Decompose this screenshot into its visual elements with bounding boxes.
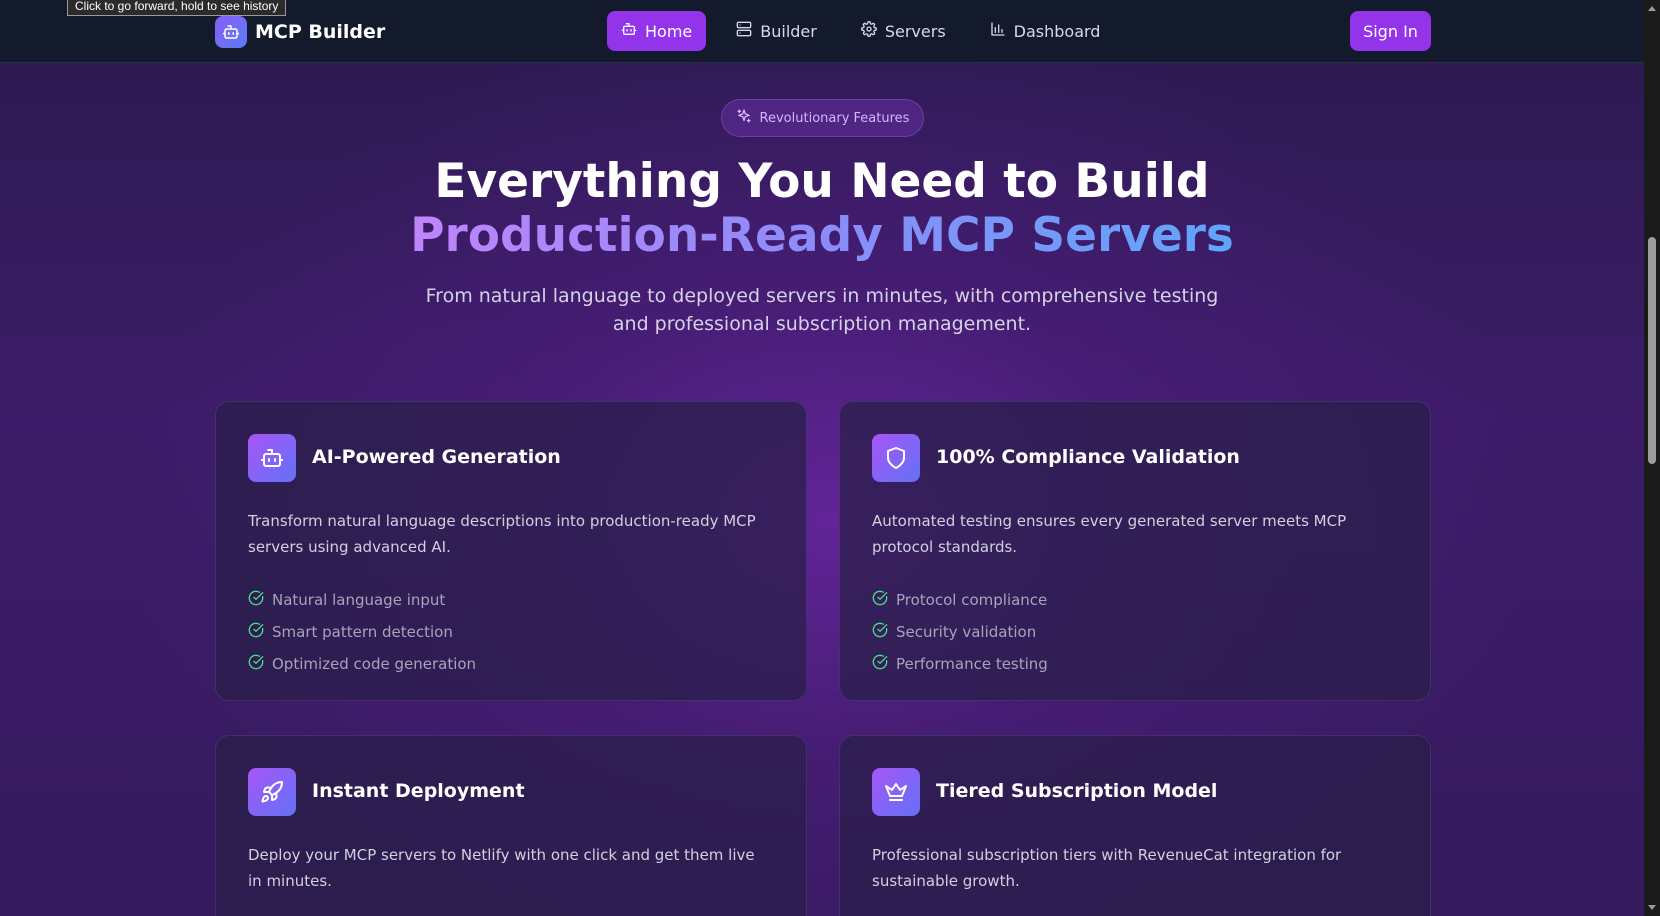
feature-card-deployment: Instant Deployment Deploy your MCP serve… [215, 735, 807, 916]
robot-icon [248, 434, 296, 482]
card-description: Transform natural language descriptions … [248, 512, 756, 556]
crown-icon [872, 768, 920, 816]
nav-item-home[interactable]: Home [607, 11, 707, 51]
badge-label: Revolutionary Features [759, 110, 910, 126]
check-circle-icon [872, 622, 896, 642]
feature-label: Performance testing [896, 655, 1048, 673]
gear-icon [860, 21, 885, 41]
feature-label: Natural language input [272, 591, 446, 609]
sparkles-icon [736, 108, 760, 128]
brand-link[interactable]: MCP Builder [215, 16, 385, 48]
list-item: Security validation [872, 616, 1048, 648]
list-item: Optimized code generation [248, 648, 476, 680]
list-item: Performance testing [872, 648, 1048, 680]
server-icon [736, 21, 760, 41]
nav-label-home: Home [645, 21, 693, 41]
nav-item-servers[interactable]: Servers [847, 11, 960, 51]
feature-label: Optimized code generation [272, 655, 477, 673]
scroll-up-arrow-icon[interactable] [1648, 6, 1656, 11]
hero-title-gradient: Production-Ready MCP Servers [0, 212, 1644, 260]
scrollbar-thumb[interactable] [1648, 237, 1656, 464]
nav-label-builder: Builder [760, 21, 817, 41]
list-item: Natural language input [248, 584, 476, 616]
robot-icon [215, 16, 247, 48]
check-circle-icon [248, 622, 272, 642]
feature-label: Protocol compliance [896, 591, 1048, 609]
card-title: AI-Powered Generation [312, 446, 561, 468]
card-title: Instant Deployment [312, 780, 525, 802]
nav-label-servers: Servers [884, 21, 946, 41]
check-circle-icon [248, 590, 272, 610]
vertical-scrollbar[interactable] [1644, 0, 1660, 916]
nav-item-dashboard[interactable]: Dashboard [976, 11, 1115, 51]
forward-button-tooltip: Click to go forward, hold to see history [67, 0, 287, 16]
feature-list: Natural language input Smart pattern det… [248, 584, 476, 680]
check-circle-icon [248, 654, 272, 674]
list-item: Smart pattern detection [248, 616, 476, 648]
brand-name: MCP Builder [255, 21, 386, 43]
card-description: Automated testing ensures every generate… [872, 512, 1347, 556]
main-nav: Home Builder Servers Dashboard [607, 11, 1130, 51]
card-description: Deploy your MCP servers to Netlify with … [248, 846, 755, 890]
card-title: Tiered Subscription Model [936, 780, 1218, 802]
feature-card-subscription: Tiered Subscription Model Professional s… [839, 735, 1431, 916]
feature-label: Security validation [896, 623, 1037, 641]
feature-list: Protocol compliance Security validation … [872, 584, 1048, 680]
feature-card-ai-generation: AI-Powered Generation Transform natural … [215, 401, 807, 701]
hero-title-highlight: Production-Ready MCP Servers [410, 208, 1234, 263]
shield-icon [872, 434, 920, 482]
bar-chart-icon [990, 21, 1014, 41]
hero-title: Everything You Need to Build [434, 154, 1210, 209]
card-title: 100% Compliance Validation [936, 446, 1240, 468]
feature-label: Smart pattern detection [272, 623, 453, 641]
card-description: Professional subscription tiers with Rev… [872, 846, 1342, 890]
revolutionary-features-badge: Revolutionary Features [721, 99, 924, 137]
nav-label-dashboard: Dashboard [1013, 21, 1101, 41]
check-circle-icon [872, 590, 896, 610]
robot-icon [621, 21, 645, 41]
check-circle-icon [872, 654, 896, 674]
list-item: Protocol compliance [872, 584, 1048, 616]
page: Click to go forward, hold to see history… [0, 0, 1660, 916]
scroll-down-arrow-icon[interactable] [1648, 905, 1656, 910]
nav-item-builder[interactable]: Builder [722, 11, 831, 51]
feature-card-compliance: 100% Compliance Validation Automated tes… [839, 401, 1431, 701]
rocket-icon [248, 768, 296, 816]
sign-in-button[interactable]: Sign In [1350, 11, 1431, 51]
hero-subtitle: From natural language to deployed server… [425, 285, 1219, 335]
